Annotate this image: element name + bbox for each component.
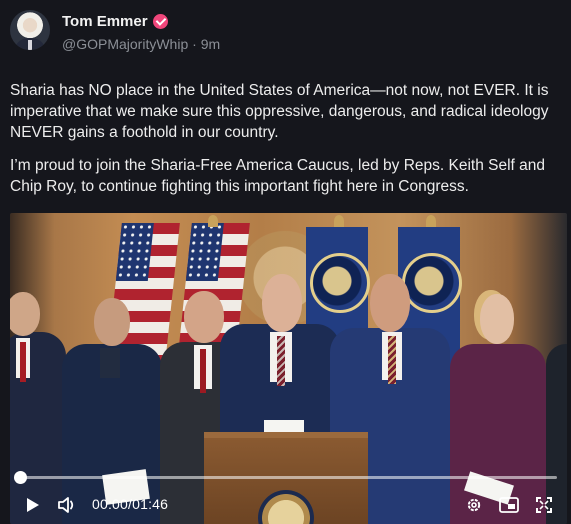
- fullscreen-icon[interactable]: [533, 493, 555, 517]
- author-handle[interactable]: @GOPMajorityWhip: [62, 36, 188, 52]
- verified-badge-icon: [152, 13, 168, 29]
- video-controls: 00:00/01:46: [10, 489, 567, 521]
- play-icon[interactable]: [22, 493, 44, 517]
- video-time: 00:00/01:46: [92, 496, 169, 512]
- post-body: Sharia has NO place in the United States…: [10, 80, 566, 209]
- gear-icon[interactable]: [463, 493, 485, 517]
- post-timestamp[interactable]: 9m: [201, 36, 220, 52]
- volume-icon[interactable]: [56, 493, 78, 517]
- post-paragraph: I’m proud to join the Sharia-Free Americ…: [10, 157, 546, 195]
- meta-separator: ·: [192, 36, 197, 52]
- avatar[interactable]: [10, 10, 50, 50]
- video-progress-thumb[interactable]: [14, 471, 27, 484]
- video-player[interactable]: 00:00/01:46: [10, 213, 567, 524]
- person: [10, 284, 66, 524]
- post-header: Tom Emmer @GOPMajorityWhip · 9m: [10, 10, 220, 52]
- video-progress-bar[interactable]: [14, 471, 557, 484]
- post-paragraph: Sharia has NO place in the United States…: [10, 82, 549, 141]
- author-name[interactable]: Tom Emmer: [62, 13, 148, 30]
- picture-in-picture-icon[interactable]: [498, 493, 520, 517]
